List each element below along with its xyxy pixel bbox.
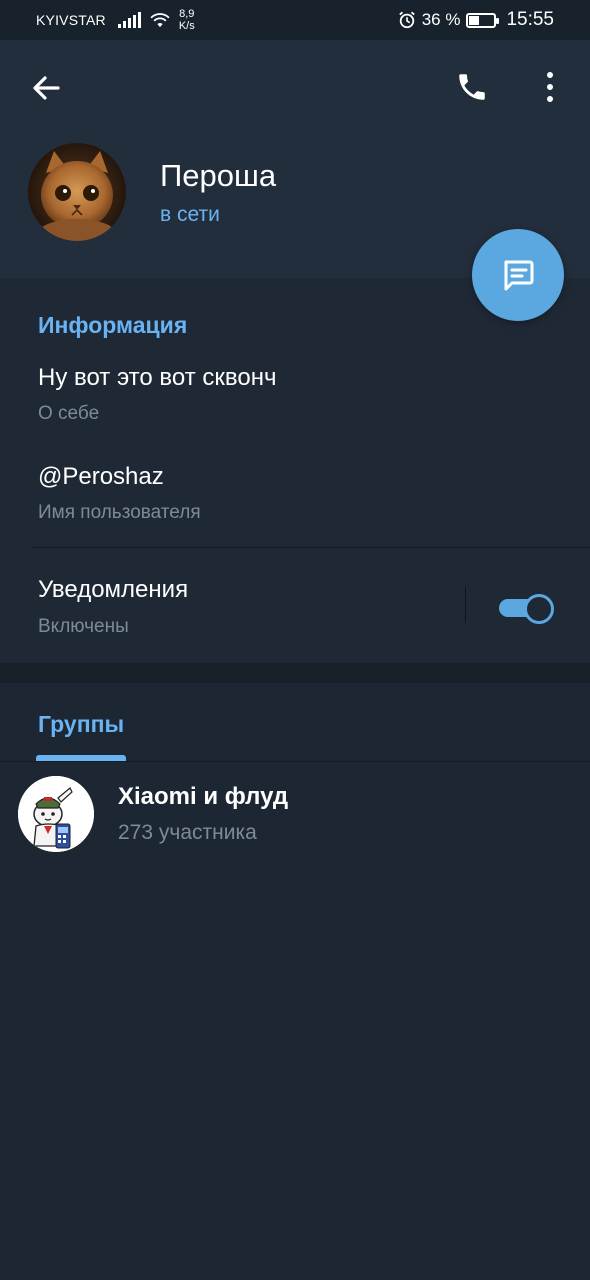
network-speed-value: 8,9 xyxy=(179,8,195,20)
divider xyxy=(32,547,590,548)
username-label: Имя пользователя xyxy=(38,502,201,523)
username-value: @Peroshaz xyxy=(38,463,164,490)
mi-bunny-image xyxy=(18,776,94,852)
battery-fill xyxy=(469,15,479,25)
bio-value: Ну вот это вот сквонч xyxy=(38,364,277,391)
vertical-divider xyxy=(465,587,466,623)
arrow-left-icon[interactable] xyxy=(30,72,62,104)
notifications-toggle[interactable] xyxy=(499,594,555,624)
bio-label: О себе xyxy=(38,403,100,424)
carrier-name: KYIVSTAR xyxy=(36,12,106,28)
tab-divider xyxy=(0,761,590,762)
notifications-status: Включены xyxy=(38,616,129,637)
group-name: Xiaomi и флуд xyxy=(118,783,289,810)
wifi-icon xyxy=(150,13,170,28)
clock-time: 15:55 xyxy=(506,9,554,30)
toggle-knob xyxy=(524,594,554,624)
info-section-title: Информация xyxy=(38,312,188,338)
battery-icon xyxy=(466,12,500,28)
tab-groups[interactable]: Группы xyxy=(38,711,124,738)
battery-percent: 36 % xyxy=(421,10,461,29)
groups-section: Группы Xiaomi и флуд 273 участника xyxy=(0,683,590,1280)
notifications-title: Уведомления xyxy=(38,576,189,603)
info-section: Информация Ну вот это вот сквонч О себе … xyxy=(0,278,590,663)
profile-name: Пероша xyxy=(160,158,277,193)
alarm-icon xyxy=(398,11,415,29)
phone-icon[interactable] xyxy=(455,70,489,104)
signal-icon xyxy=(117,12,141,28)
group-members-count: 273 участника xyxy=(118,821,257,844)
profile-avatar[interactable] xyxy=(28,143,126,241)
group-avatar xyxy=(18,776,94,852)
network-speed: 8,9 K/s xyxy=(179,8,195,32)
profile-status: в сети xyxy=(160,203,220,226)
more-vertical-icon[interactable] xyxy=(540,70,560,104)
group-list-item[interactable]: Xiaomi и флуд 273 участника xyxy=(0,773,590,853)
section-gap xyxy=(0,663,590,683)
send-message-button[interactable] xyxy=(472,229,564,321)
cat-avatar-image xyxy=(28,143,126,241)
status-bar: KYIVSTAR 8,9 K/s 36 % 15:55 xyxy=(0,0,590,40)
network-speed-unit: K/s xyxy=(178,20,195,32)
message-icon xyxy=(504,260,534,291)
